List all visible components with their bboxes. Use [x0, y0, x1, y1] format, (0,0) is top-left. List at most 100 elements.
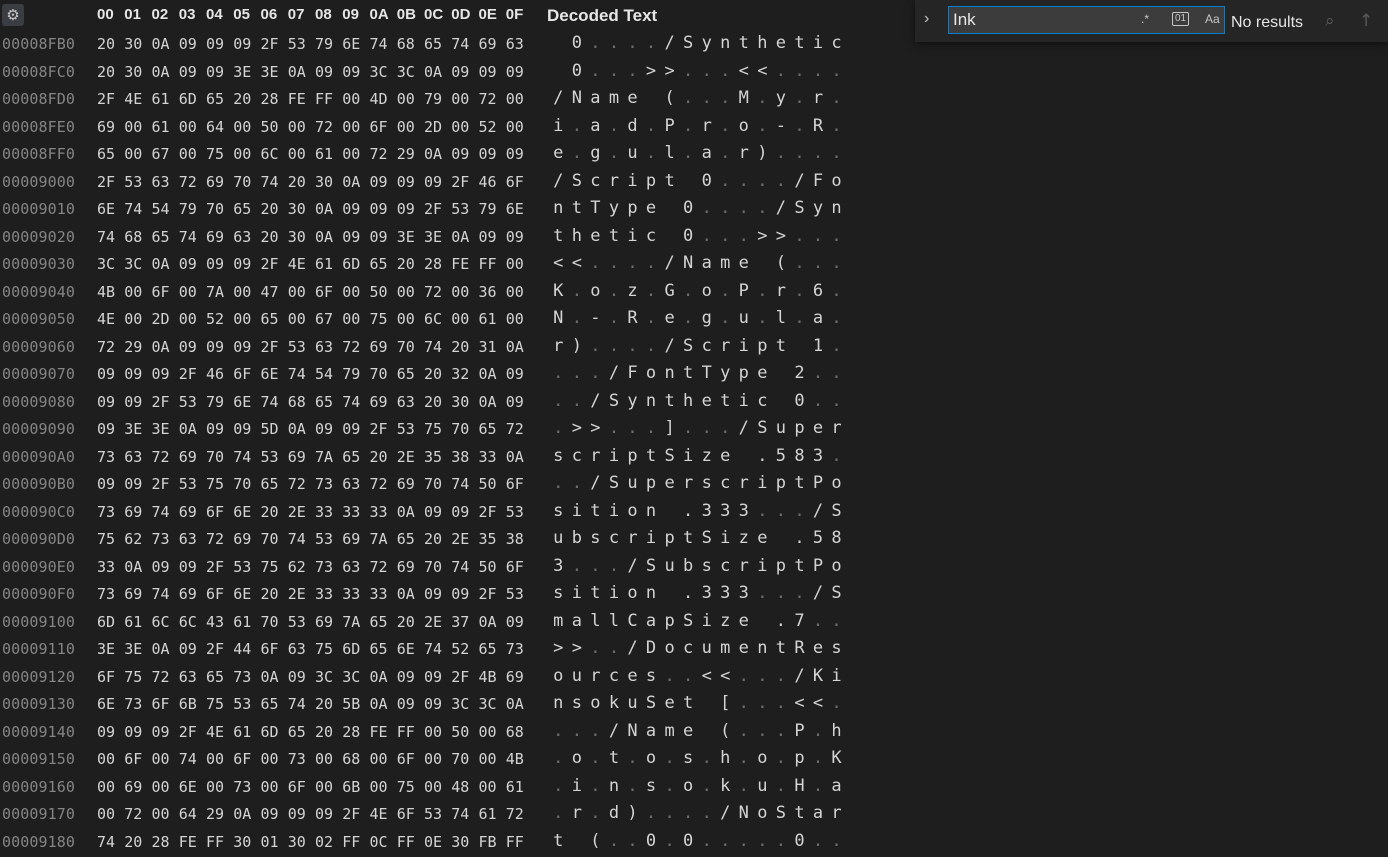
hex-byte[interactable]: FE: [370, 723, 388, 741]
decoded-char[interactable]: .: [642, 253, 661, 273]
hex-byte[interactable]: 09: [506, 365, 524, 383]
decoded-char[interactable]: .: [753, 198, 772, 218]
hex-byte[interactable]: 65: [315, 393, 333, 411]
hex-byte[interactable]: 09: [479, 228, 497, 246]
hex-byte[interactable]: 09: [179, 255, 197, 273]
decoded-char[interactable]: ): [753, 143, 772, 163]
decoded-char[interactable]: p: [623, 198, 642, 218]
hex-byte[interactable]: 53: [288, 35, 306, 53]
decoded-char[interactable]: (: [716, 721, 735, 741]
hex-byte[interactable]: 33: [370, 503, 388, 521]
hex-byte[interactable]: 74: [288, 530, 306, 548]
decoded-char[interactable]: S: [827, 501, 846, 521]
hex-byte[interactable]: 65: [397, 530, 415, 548]
hex-bytes[interactable]: 6E 73 6F 6B 75 53 65 74 20 5B 0A 09 09 3C 3C 0A: [97, 695, 537, 715]
hex-byte[interactable]: 6F: [506, 173, 524, 191]
hex-bytes[interactable]: 09 09 09 2F 4E 61 6D 65 20 28 FE FF 00 50 00 68: [97, 723, 537, 743]
hex-byte[interactable]: 72: [370, 558, 388, 576]
hex-byte[interactable]: 09: [451, 503, 469, 521]
decoded-char[interactable]: c: [697, 336, 716, 356]
hex-byte[interactable]: 00: [152, 778, 170, 796]
decoded-char[interactable]: /: [790, 171, 809, 191]
hex-byte[interactable]: 0A: [479, 393, 497, 411]
hex-byte[interactable]: 00: [397, 310, 415, 328]
decoded-char[interactable]: 1: [809, 336, 828, 356]
decoded-char[interactable]: .: [586, 556, 605, 576]
decoded-char[interactable]: .: [772, 693, 791, 713]
hex-byte[interactable]: 09: [97, 723, 115, 741]
hex-byte[interactable]: 09: [97, 475, 115, 493]
decoded-char[interactable]: p: [660, 611, 679, 631]
hex-bytes[interactable]: 73 69 74 69 6F 6E 20 2E 33 33 33 0A 09 09 2F 53: [97, 503, 537, 523]
hex-byte[interactable]: 74: [424, 338, 442, 356]
hex-byte[interactable]: 0E: [424, 833, 442, 851]
decoded-char[interactable]: /: [660, 33, 679, 53]
hex-byte[interactable]: 09: [152, 365, 170, 383]
decoded-char[interactable]: h: [568, 226, 587, 246]
hex-byte[interactable]: FE: [451, 255, 469, 273]
hex-byte[interactable]: 53: [315, 530, 333, 548]
hex-byte[interactable]: 00: [206, 778, 224, 796]
hex-byte[interactable]: 00: [179, 310, 197, 328]
decoded-char[interactable]: 0: [790, 391, 809, 411]
hex-byte[interactable]: 3E: [97, 640, 115, 658]
hex-byte[interactable]: 09: [451, 63, 469, 81]
decoded-char[interactable]: C: [623, 611, 642, 631]
hex-byte[interactable]: 69: [179, 503, 197, 521]
hex-byte[interactable]: 00: [152, 750, 170, 768]
decoded-char[interactable]: /: [586, 391, 605, 411]
decoded-char[interactable]: t: [772, 638, 791, 658]
decoded-char[interactable]: c: [586, 171, 605, 191]
hex-bytes[interactable]: 3E 3E 0A 09 2F 44 6F 63 75 6D 65 6E 74 52 65 73: [97, 640, 537, 660]
hex-byte[interactable]: 09: [179, 63, 197, 81]
decoded-char[interactable]: p: [790, 418, 809, 438]
decoded-char[interactable]: p: [623, 446, 642, 466]
hex-byte[interactable]: 50: [479, 558, 497, 576]
hex-byte[interactable]: 67: [315, 310, 333, 328]
hex-byte[interactable]: 09: [424, 668, 442, 686]
decoded-char[interactable]: S: [605, 391, 624, 411]
decoded-char[interactable]: c: [605, 666, 624, 686]
decoded-text[interactable]: ubscriptSize .58: [549, 528, 859, 550]
decoded-char[interactable]: .: [549, 721, 568, 741]
hex-byte[interactable]: 2F: [206, 558, 224, 576]
hex-byte[interactable]: 69: [233, 530, 251, 548]
hex-byte[interactable]: 3C: [124, 255, 142, 273]
decoded-char[interactable]: p: [753, 336, 772, 356]
decoded-char[interactable]: o: [549, 666, 568, 686]
hex-bytes[interactable]: 33 0A 09 09 2F 53 75 62 73 63 72 69 70 74 50 6F: [97, 558, 537, 578]
decoded-char[interactable]: <: [716, 666, 735, 686]
hex-byte[interactable]: 09: [342, 63, 360, 81]
hex-byte[interactable]: 62: [288, 558, 306, 576]
hex-bytes[interactable]: 00 72 00 64 29 0A 09 09 09 2F 4E 6F 53 74 61 72: [97, 805, 537, 825]
decoded-char[interactable]: d: [623, 116, 642, 136]
decoded-char[interactable]: i: [716, 528, 735, 548]
decoded-char[interactable]: t: [586, 501, 605, 521]
decoded-char[interactable]: .: [772, 831, 791, 851]
hex-row[interactable]: 00008FC0 20 30 0A 09 09 3E 3E 0A 09 09 3C 3C 0A 09 09 09…: [0, 58, 910, 86]
hex-byte[interactable]: 09: [179, 338, 197, 356]
hex-byte[interactable]: 0A: [342, 173, 360, 191]
hex-byte[interactable]: 09: [506, 393, 524, 411]
hex-byte[interactable]: 2E: [424, 613, 442, 631]
decoded-char[interactable]: .: [790, 88, 809, 108]
decoded-char[interactable]: s: [679, 748, 698, 768]
decoded-char[interactable]: .: [697, 831, 716, 851]
decoded-char[interactable]: s: [697, 556, 716, 576]
decoded-char[interactable]: z: [735, 528, 754, 548]
decoded-char[interactable]: .: [753, 666, 772, 686]
decoded-char[interactable]: /: [549, 88, 568, 108]
decoded-char[interactable]: m: [605, 88, 624, 108]
hex-byte[interactable]: 2D: [424, 118, 442, 136]
hex-byte[interactable]: 6E: [397, 640, 415, 658]
hex-byte[interactable]: 09: [315, 805, 333, 823]
hex-byte[interactable]: 09: [288, 805, 306, 823]
hex-byte[interactable]: 00: [451, 283, 469, 301]
decoded-char[interactable]: y: [623, 391, 642, 411]
hex-byte[interactable]: 61: [479, 805, 497, 823]
hex-byte[interactable]: 70: [261, 613, 279, 631]
hex-byte[interactable]: 72: [206, 530, 224, 548]
hex-byte[interactable]: 65: [233, 200, 251, 218]
hex-row[interactable]: 00009110 3E 3E 0A 09 2F 44 6F 63 75 6D 65 6E 74 52 65 73…: [0, 635, 910, 663]
hex-row[interactable]: 00009160 00 69 00 6E 00 73 00 6F 00 6B 00 75 00 48 00 61…: [0, 773, 910, 801]
